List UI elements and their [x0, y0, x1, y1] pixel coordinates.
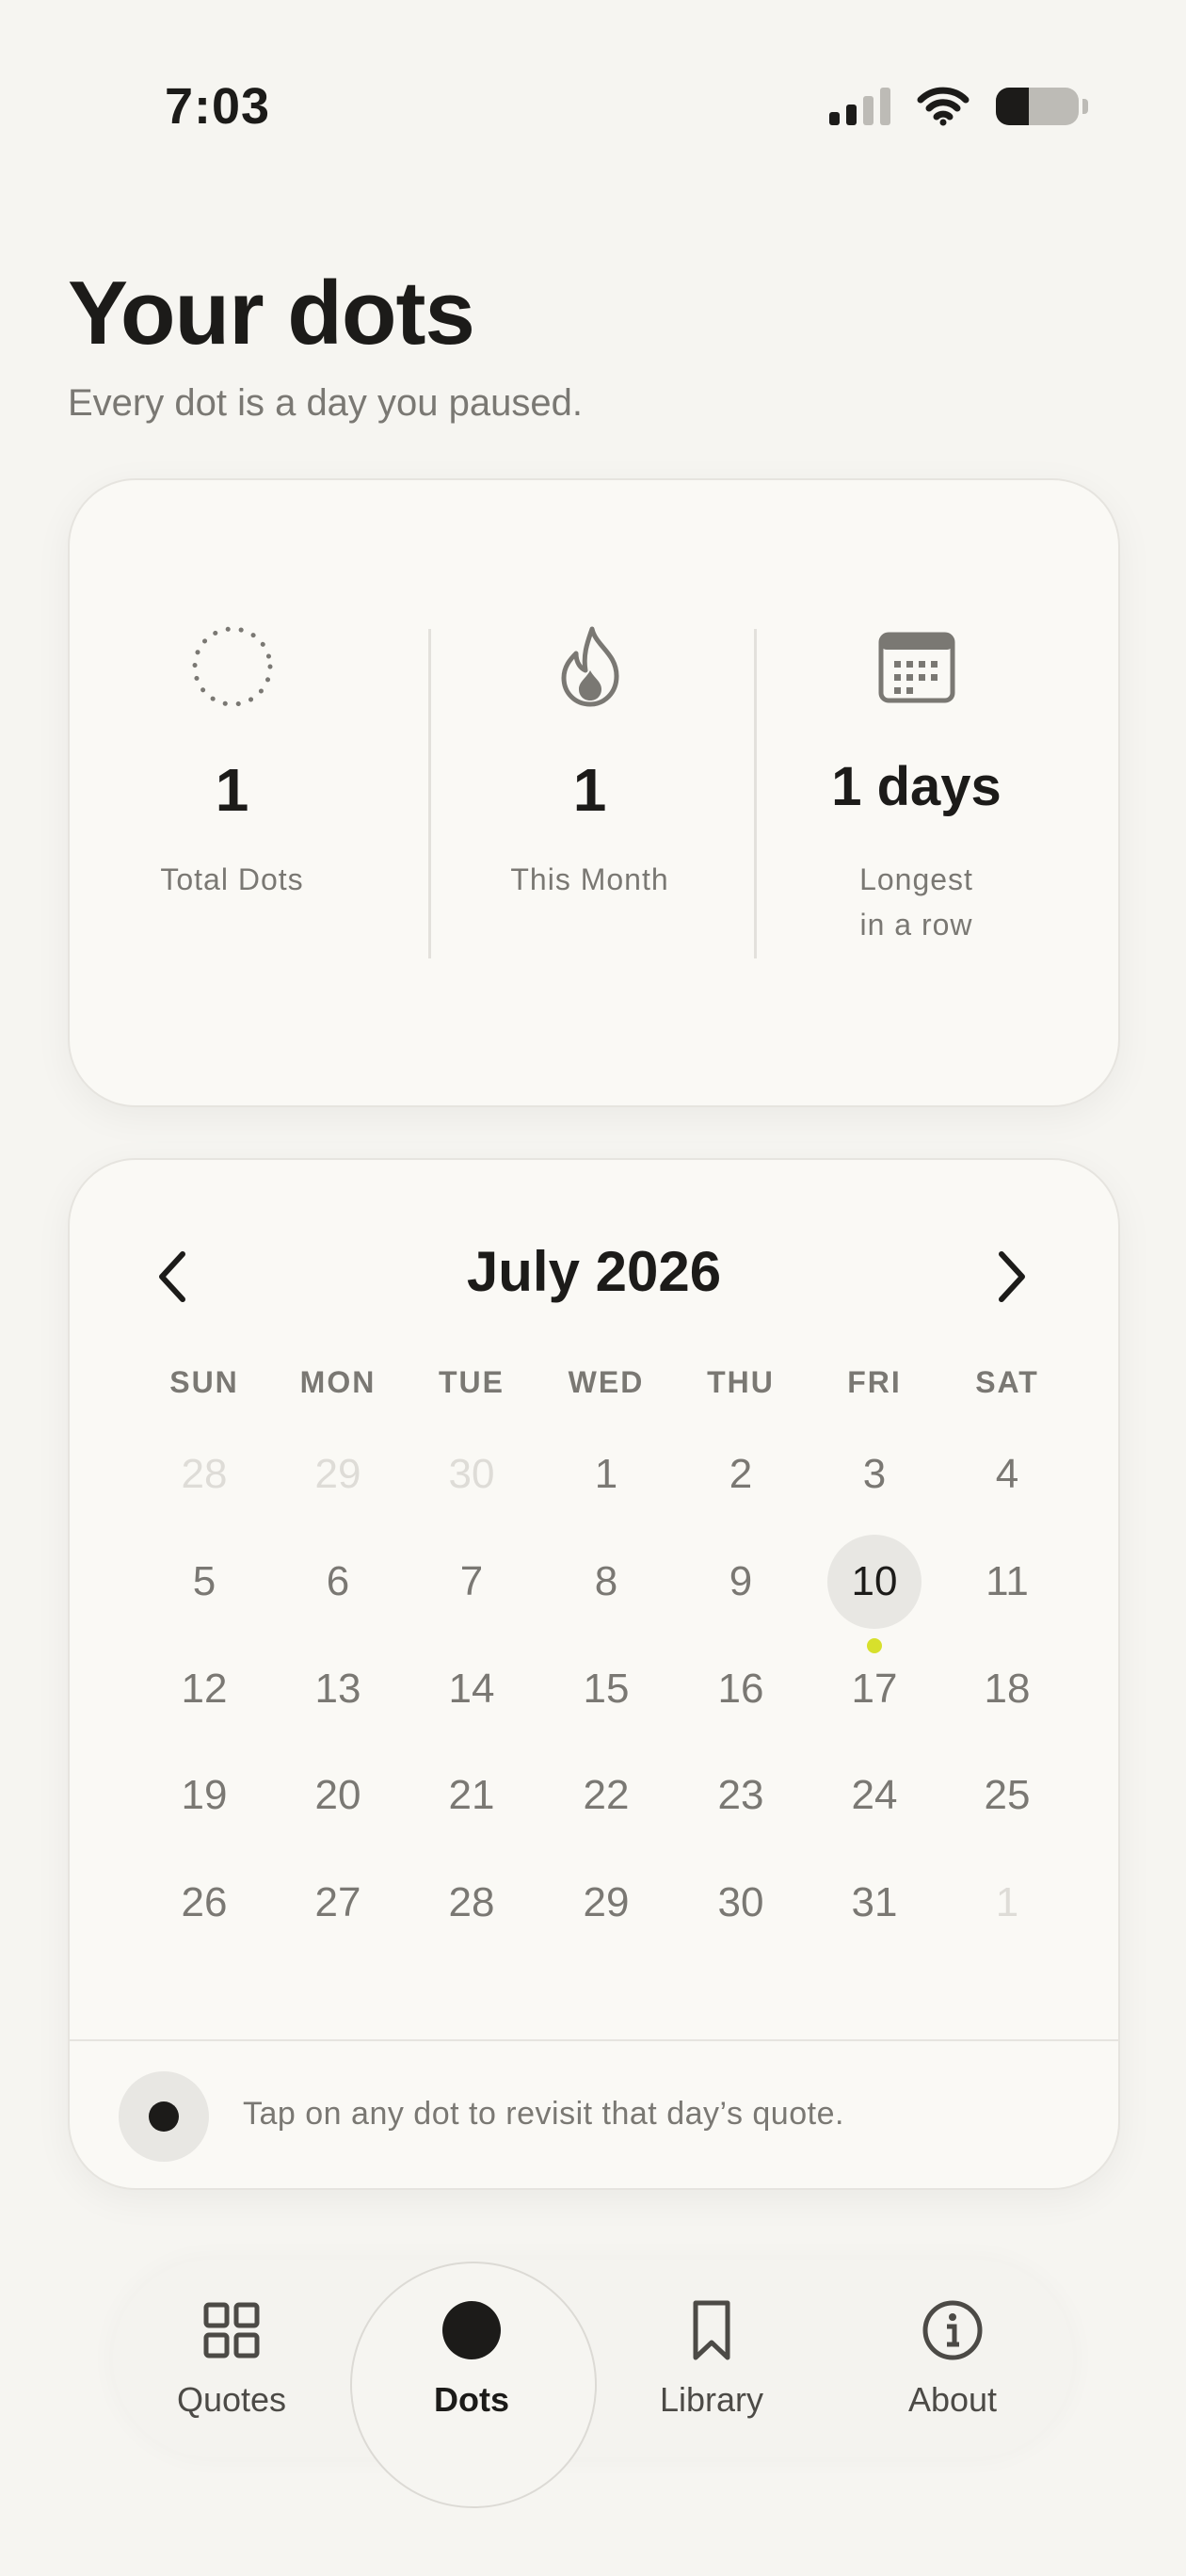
- tab-label: Library: [659, 2380, 764, 2419]
- calendar-day[interactable]: 21: [425, 1748, 519, 1843]
- calendar-day[interactable]: 19: [157, 1748, 251, 1843]
- page-subtitle: Every dot is a day you paused.: [68, 382, 583, 424]
- calendar-month-label: July 2026: [466, 1240, 722, 1303]
- stats-card: 1 Total Dots 1 This Month 1 days Longest…: [68, 478, 1120, 1107]
- tab-quotes[interactable]: Quotes: [137, 2260, 326, 2457]
- calendar-day[interactable]: 11: [960, 1535, 1054, 1629]
- weekday-label: FRI: [847, 1365, 902, 1399]
- chevron-right-icon: [999, 1251, 1025, 1302]
- bookmark-icon: [693, 2300, 730, 2360]
- stat-label-line: Longest: [859, 862, 973, 896]
- wifi-icon: [917, 87, 970, 126]
- tab-about[interactable]: About: [858, 2260, 1047, 2457]
- calendar-day[interactable]: 9: [694, 1535, 788, 1629]
- calendar-day-outside: 29: [314, 1451, 361, 1497]
- stat-label: This Month: [510, 862, 669, 896]
- calendar-day-outside: 1: [995, 1879, 1019, 1925]
- calendar-day[interactable]: 23: [694, 1748, 788, 1843]
- calendar-day[interactable]: 30: [694, 1856, 788, 1950]
- calendar-day-outside: 30: [448, 1451, 495, 1497]
- weekday-label: SUN: [169, 1365, 239, 1399]
- calendar-day[interactable]: 27: [291, 1856, 385, 1950]
- calendar-day[interactable]: 28: [425, 1856, 519, 1950]
- flame-icon: [561, 626, 618, 707]
- calendar-day[interactable]: 26: [157, 1856, 251, 1950]
- calendar-day[interactable]: 31: [827, 1856, 922, 1950]
- calendar-day[interactable]: 13: [291, 1642, 385, 1736]
- tab-library[interactable]: Library: [617, 2260, 806, 2457]
- calendar-day[interactable]: 4: [960, 1427, 1054, 1521]
- dotted-circle-icon: [192, 626, 272, 707]
- page-title: Your dots: [68, 263, 475, 363]
- calendar-day[interactable]: 14: [425, 1642, 519, 1736]
- next-month-button[interactable]: [983, 1239, 1039, 1314]
- calendar-day[interactable]: 15: [559, 1642, 653, 1736]
- weekday-label: SAT: [975, 1365, 1039, 1399]
- calendar-day[interactable]: 3: [827, 1427, 922, 1521]
- calendar-day[interactable]: 20: [291, 1748, 385, 1843]
- stat-label: Longest in a row: [754, 857, 1079, 947]
- calendar-day[interactable]: 18: [960, 1642, 1054, 1736]
- calendar-hint: Tap on any dot to revisit that day’s quo…: [243, 2096, 844, 2132]
- calendar-day[interactable]: 17: [827, 1642, 922, 1736]
- weekday-label: MON: [299, 1365, 377, 1399]
- divider: [70, 2039, 1118, 2041]
- tab-label: Dots: [434, 2380, 509, 2419]
- cellular-signal-icon: [829, 88, 890, 125]
- dot-icon: [442, 2301, 501, 2359]
- status-time: 7:03: [165, 78, 271, 135]
- info-icon: [922, 2300, 983, 2360]
- weekday-label: WED: [568, 1365, 645, 1399]
- stat-value: 1: [572, 756, 607, 824]
- calendar-day[interactable]: 1: [559, 1427, 653, 1521]
- stat-value: 1 days: [831, 756, 1002, 817]
- tab-label: About: [907, 2380, 998, 2419]
- calendar-day[interactable]: 7: [425, 1535, 519, 1629]
- calendar-day[interactable]: 29: [559, 1856, 653, 1950]
- calendar-card: July 2026 SUN MON TUE WED THU FRI SAT 28 29 30 1 2 3…: [68, 1158, 1120, 2190]
- calendar-day[interactable]: 8: [559, 1535, 653, 1629]
- calendar-day[interactable]: 10: [827, 1535, 922, 1629]
- calendar-day[interactable]: 6: [291, 1535, 385, 1629]
- calendar-icon: [878, 632, 954, 703]
- calendar-day-outside: 28: [181, 1451, 228, 1497]
- calendar-day[interactable]: 22: [559, 1748, 653, 1843]
- calendar-day[interactable]: 12: [157, 1642, 251, 1736]
- hint-dot-icon: [119, 2071, 209, 2162]
- weekday-label: TUE: [439, 1365, 505, 1399]
- tab-label: Quotes: [176, 2380, 287, 2419]
- calendar-day[interactable]: 25: [960, 1748, 1054, 1843]
- weekday-label: THU: [707, 1365, 775, 1399]
- calendar-day[interactable]: 24: [827, 1748, 922, 1843]
- status-icons: [829, 87, 1088, 126]
- battery-icon: [996, 88, 1079, 125]
- calendar-day[interactable]: 5: [157, 1535, 251, 1629]
- stat-value: 1: [215, 756, 249, 824]
- calendar-day[interactable]: 16: [694, 1642, 788, 1736]
- stat-label: Total Dots: [160, 862, 304, 896]
- stat-label-line: in a row: [859, 908, 973, 942]
- calendar-day[interactable]: 2: [694, 1427, 788, 1521]
- tab-dots[interactable]: Dots: [377, 2260, 566, 2457]
- grid-icon: [203, 2302, 260, 2359]
